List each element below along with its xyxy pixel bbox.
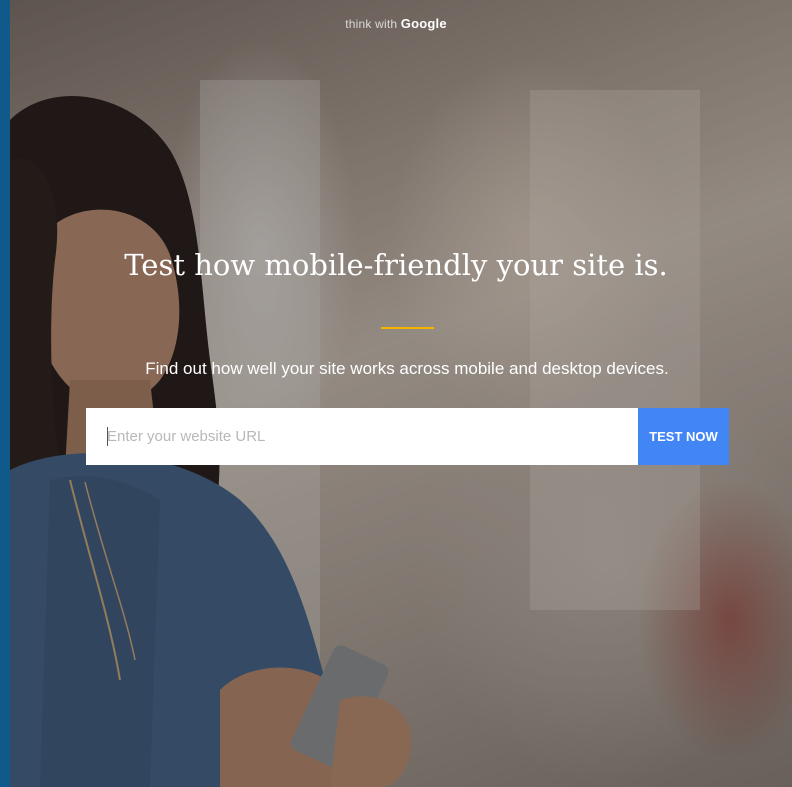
url-test-form: TEST NOW [86,408,729,465]
accent-divider [381,327,434,329]
brand-prefix: think with [345,17,398,31]
page-subheadline: Find out how well your site works across… [145,359,669,378]
test-now-button[interactable]: TEST NOW [638,408,729,465]
brand-logo[interactable]: think with Google [0,16,792,31]
hero-background [10,0,792,787]
page-headline: Test how mobile-friendly your site is. [124,248,668,282]
brand-name: Google [400,16,447,31]
hero-overlay [10,0,792,787]
page-frame: think with Google Test how mobile-friend… [0,0,792,787]
text-cursor [107,427,108,446]
url-input[interactable] [86,408,638,465]
